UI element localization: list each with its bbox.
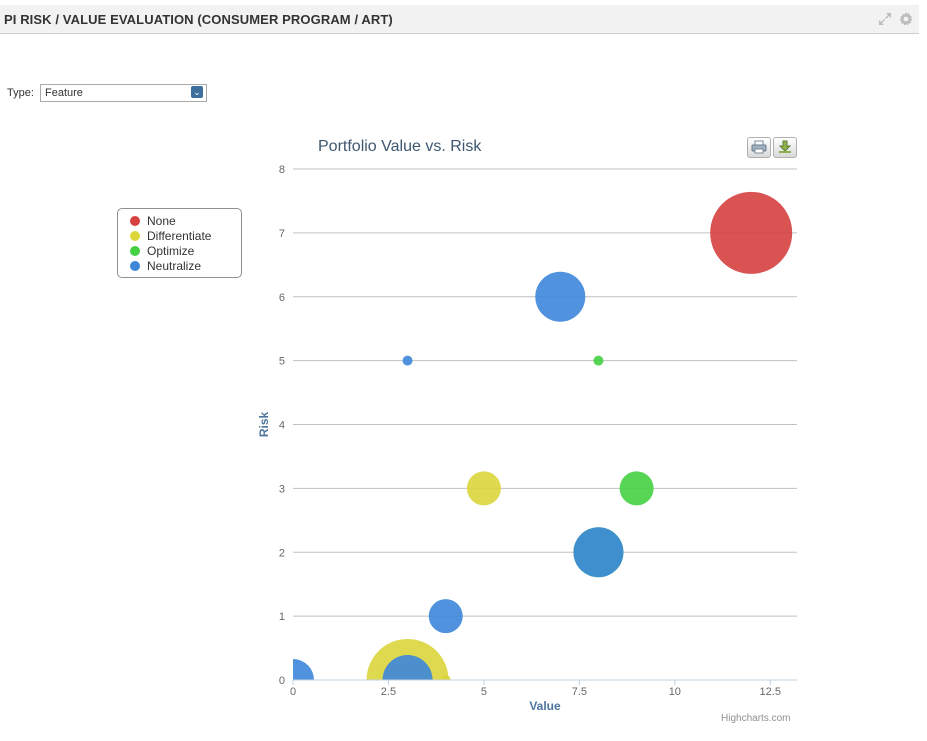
legend-marker — [130, 261, 140, 271]
chart-title: Portfolio Value vs. Risk — [318, 138, 482, 155]
x-tick-label: 0 — [290, 686, 296, 698]
y-tick-label: 3 — [279, 483, 285, 495]
x-tick-label: 2.5 — [381, 686, 396, 698]
x-tick-label: 5 — [481, 686, 487, 698]
bubble-layer — [293, 191, 793, 680]
y-tick-label: 5 — [279, 356, 285, 368]
legend-label: Differentiate — [147, 229, 212, 243]
y-tick-label: 1 — [279, 611, 285, 623]
y-tick-label: 8 — [279, 164, 285, 176]
y-tick-label: 6 — [279, 292, 285, 304]
x-tick-label: 12.5 — [760, 686, 781, 698]
highcharts-credits-link[interactable]: Highcharts.com — [721, 713, 790, 724]
bubble-optimize — [619, 471, 654, 506]
legend-label: None — [147, 214, 176, 228]
legend-marker — [130, 246, 140, 256]
x-tick-label: 10 — [669, 686, 681, 698]
x-tick-label: 7.5 — [572, 686, 587, 698]
bubble-neutralize — [573, 527, 624, 578]
bubble-neutralize — [535, 271, 586, 322]
legend-marker — [130, 231, 140, 241]
y-axis-title: Risk — [257, 412, 271, 438]
y-tick-label: 2 — [279, 547, 285, 559]
legend-marker — [130, 216, 140, 226]
print-button[interactable] — [747, 137, 771, 158]
y-tick-label: 7 — [279, 228, 285, 240]
bubble-chart: 0 1 2 3 4 5 6 7 8 0 2.5 5 7.5 10 12.5 Value Risk — [257, 164, 797, 713]
bubble-differentiate — [466, 471, 501, 506]
download-button[interactable] — [773, 137, 797, 158]
bubble-neutralize — [402, 355, 413, 366]
y-tick-label: 0 — [279, 675, 285, 687]
printer-icon — [751, 140, 767, 154]
y-tick-label: 4 — [279, 420, 285, 432]
bubble-optimize — [593, 355, 604, 366]
legend-label: Optimize — [147, 244, 195, 258]
legend-label: Neutralize — [147, 259, 202, 273]
bubble-none — [710, 191, 793, 274]
bubble-neutralize — [428, 599, 463, 634]
download-icon — [778, 140, 792, 153]
x-axis-title: Value — [529, 699, 561, 713]
chart-legend: None Differentiate Optimize Neutralize — [117, 208, 242, 278]
